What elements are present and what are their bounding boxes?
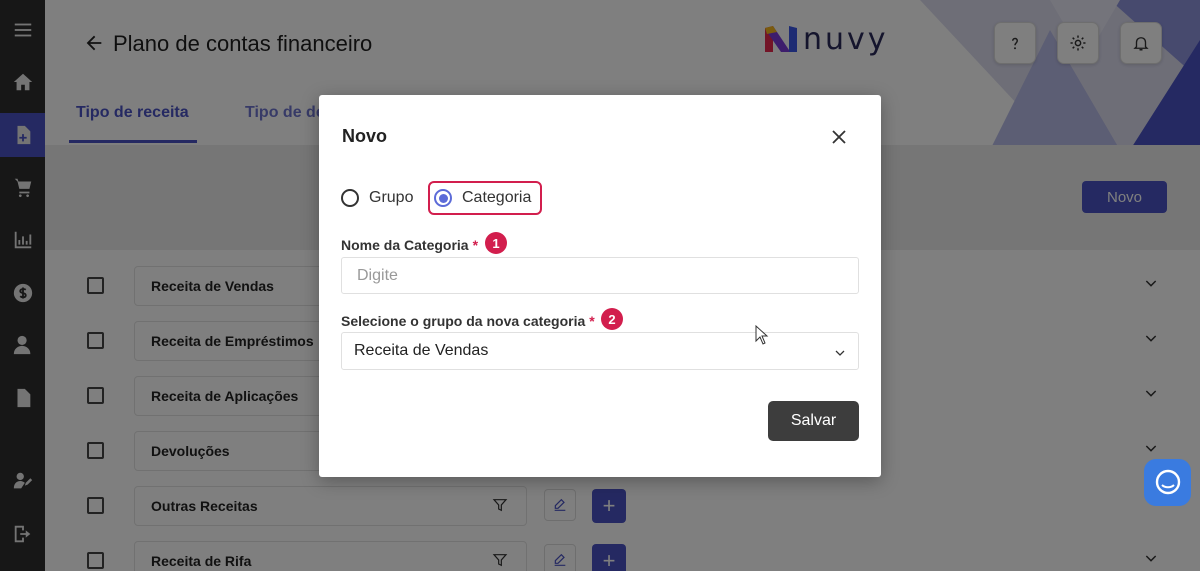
name-field-label-text: Nome da Categoria	[341, 237, 469, 253]
category-name-input[interactable]: Digite	[341, 257, 859, 294]
input-placeholder: Digite	[357, 266, 398, 284]
radio-button[interactable]	[434, 189, 452, 207]
new-category-modal: Novo Grupo Categoria Nome da Categoria * …	[319, 95, 881, 477]
radio-grupo[interactable]: Grupo	[341, 181, 413, 215]
save-button[interactable]: Salvar	[768, 401, 859, 441]
required-mark: *	[589, 313, 595, 329]
chat-icon	[1155, 469, 1180, 494]
group-field-label: Selecione o grupo da nova categoria *	[341, 313, 595, 329]
select-value: Receita de Vendas	[354, 342, 489, 359]
chat-button[interactable]	[1144, 459, 1191, 506]
close-icon[interactable]	[830, 128, 848, 146]
radio-label: Categoria	[462, 189, 532, 206]
radio-categoria[interactable]: Categoria	[428, 181, 542, 215]
radio-button[interactable]	[341, 189, 359, 207]
step-badge: 1	[485, 232, 507, 254]
group-field-label-text: Selecione o grupo da nova categoria	[341, 313, 586, 329]
modal-title: Novo	[342, 126, 387, 146]
mouse-cursor-icon	[755, 325, 769, 345]
name-field-label: Nome da Categoria *	[341, 237, 478, 253]
group-select[interactable]: Receita de Vendas	[341, 332, 859, 370]
chevron-down-icon	[835, 350, 845, 356]
step-badge: 2	[601, 308, 623, 330]
required-mark: *	[472, 237, 479, 253]
radio-label: Grupo	[369, 189, 414, 206]
